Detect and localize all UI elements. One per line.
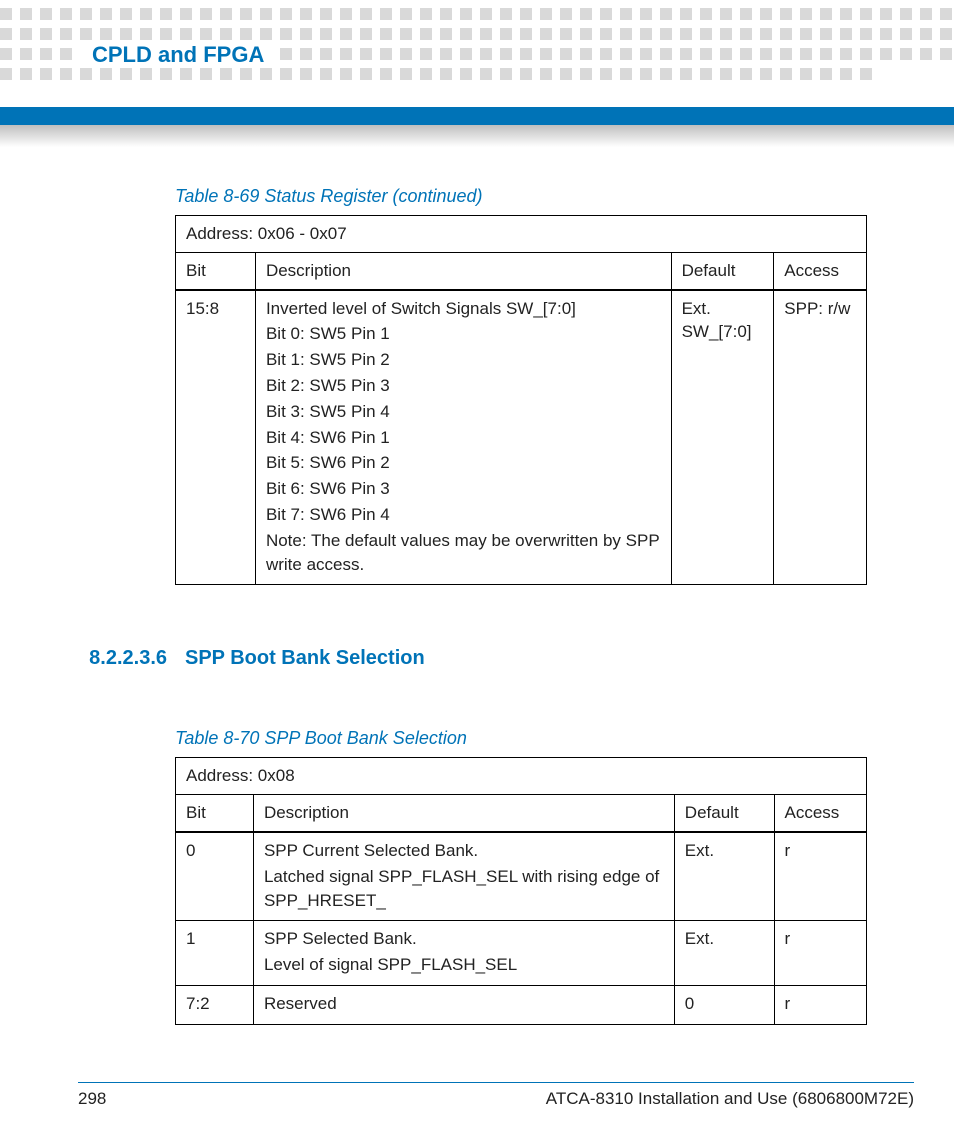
desc-line: Bit 1: SW5 Pin 2: [266, 348, 661, 372]
cell-bit: 15:8: [176, 290, 256, 585]
cell-default: Ext.: [674, 832, 774, 921]
col-header-desc: Description: [253, 795, 674, 832]
desc-line: Level of signal SPP_FLASH_SEL: [264, 953, 664, 977]
cell-access: r: [774, 832, 866, 921]
cell-desc: Inverted level of Switch Signals SW_[7:0…: [255, 290, 671, 585]
desc-line: Latched signal SPP_FLASH_SEL with rising…: [264, 865, 664, 913]
desc-line: Reserved: [264, 992, 664, 1016]
desc-line: Bit 4: SW6 Pin 1: [266, 426, 661, 450]
table-row: 7:2 Reserved 0r: [176, 985, 867, 1024]
cell-default: Ext.: [674, 921, 774, 986]
table-row: 15:8 Inverted level of Switch Signals SW…: [176, 290, 867, 585]
desc-line: Note: The default values may be overwrit…: [266, 529, 661, 577]
table-70-address: Address: 0x08: [176, 758, 867, 795]
desc-line: Bit 2: SW5 Pin 3: [266, 374, 661, 398]
header-blue-bar: [0, 107, 954, 125]
section-number: 8.2.2.3.6: [87, 647, 167, 670]
col-header-bit: Bit: [176, 252, 256, 289]
desc-line: Bit 6: SW6 Pin 3: [266, 477, 661, 501]
cell-desc: SPP Current Selected Bank.Latched signal…: [253, 832, 674, 921]
table-70-caption: Table 8-70 SPP Boot Bank Selection: [175, 728, 875, 749]
cell-access: r: [774, 985, 866, 1024]
desc-line: SPP Selected Bank.: [264, 927, 664, 951]
cell-bit: 7:2: [176, 985, 254, 1024]
col-header-access: Access: [774, 252, 867, 289]
table-69-caption: Table 8-69 Status Register (continued): [175, 186, 875, 207]
table-69: Address: 0x06 - 0x07 Bit Description Def…: [175, 215, 867, 585]
page: CPLD and FPGA Table 8-69 Status Register…: [0, 0, 954, 1145]
desc-line: Bit 3: SW5 Pin 4: [266, 400, 661, 424]
table-69-address: Address: 0x06 - 0x07: [176, 216, 867, 253]
col-header-access: Access: [774, 795, 866, 832]
chapter-title: CPLD and FPGA: [78, 42, 278, 68]
cell-bit: 1: [176, 921, 254, 986]
col-header-default: Default: [671, 252, 774, 289]
header-gradient-bar: [0, 125, 954, 147]
col-header-desc: Description: [255, 252, 671, 289]
cell-access: r: [774, 921, 866, 986]
cell-access: SPP: r/w: [774, 290, 867, 585]
page-number: 298: [78, 1089, 106, 1109]
desc-line: Bit 0: SW5 Pin 1: [266, 322, 661, 346]
desc-line: Inverted level of Switch Signals SW_[7:0…: [266, 297, 661, 321]
desc-line: SPP Current Selected Bank.: [264, 839, 664, 863]
table-row: 1SPP Selected Bank.Level of signal SPP_F…: [176, 921, 867, 986]
col-header-default: Default: [674, 795, 774, 832]
col-header-bit: Bit: [176, 795, 254, 832]
content-area: Table 8-69 Status Register (continued) A…: [175, 186, 875, 1025]
page-footer: 298 ATCA-8310 Installation and Use (6806…: [78, 1082, 914, 1109]
desc-line: Bit 5: SW6 Pin 2: [266, 451, 661, 475]
cell-default: Ext. SW_[7:0]: [671, 290, 774, 585]
cell-bit: 0: [176, 832, 254, 921]
table-70: Address: 0x08 Bit Description Default Ac…: [175, 757, 867, 1024]
cell-desc: SPP Selected Bank.Level of signal SPP_FL…: [253, 921, 674, 986]
cell-default: 0: [674, 985, 774, 1024]
table-row: 0SPP Current Selected Bank.Latched signa…: [176, 832, 867, 921]
section-heading: 8.2.2.3.6 SPP Boot Bank Selection: [175, 647, 875, 670]
cell-desc: Reserved: [253, 985, 674, 1024]
desc-line: Bit 7: SW6 Pin 4: [266, 503, 661, 527]
section-title: SPP Boot Bank Selection: [185, 647, 425, 670]
doc-title: ATCA-8310 Installation and Use (6806800M…: [546, 1089, 914, 1109]
